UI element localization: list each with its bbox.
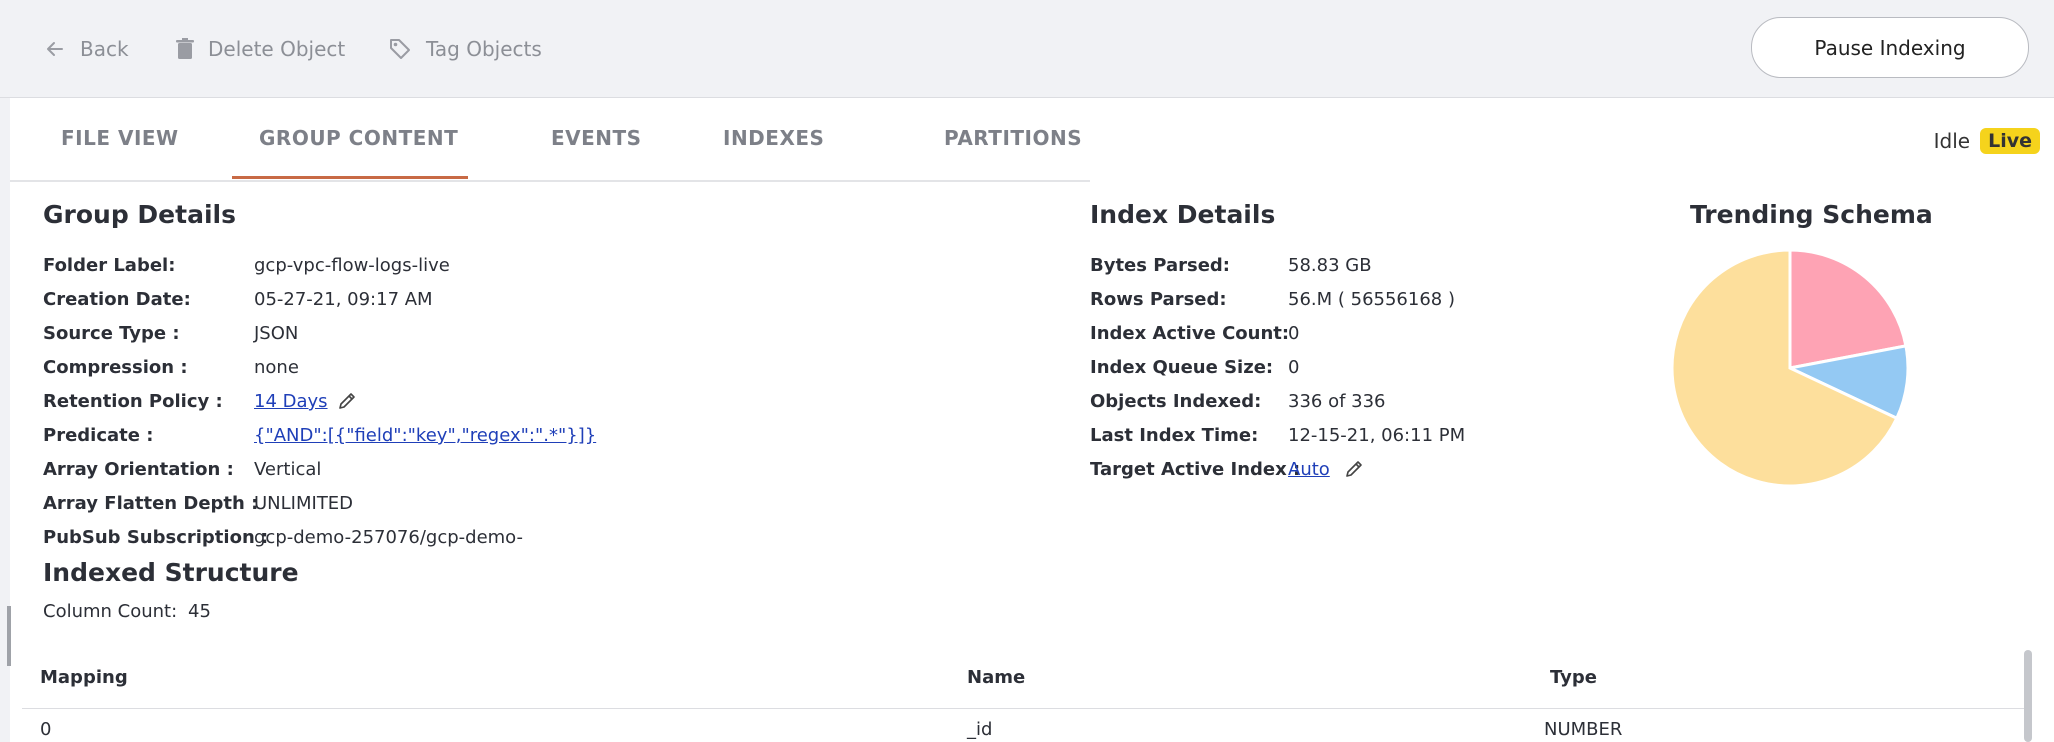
column-count-value: 45 [188, 601, 211, 622]
creation-date-label: Creation Date: [43, 289, 191, 310]
objects-indexed-label: Objects Indexed: [1090, 391, 1262, 412]
tag-objects-button[interactable]: Tag Objects [388, 32, 542, 66]
predicate-link[interactable]: {"AND":[{"field":"key","regex":".*"}]} [254, 425, 596, 446]
column-header-type[interactable]: Type [1550, 667, 1597, 688]
array-orientation-label: Array Orientation : [43, 459, 234, 480]
back-button[interactable]: Back [44, 32, 129, 66]
tab-partitions[interactable]: PARTITIONS [944, 126, 1082, 150]
trending-schema-title: Trending Schema [1690, 200, 1933, 229]
resize-handle[interactable] [7, 606, 11, 666]
trash-icon [176, 38, 194, 59]
table-cell-name: _id [967, 719, 993, 740]
compression-label: Compression : [43, 357, 188, 378]
table-cell-type: NUMBER [1544, 719, 1623, 740]
retention-policy-link[interactable]: 14 Days [254, 391, 328, 412]
index-queue-size-label: Index Queue Size: [1090, 357, 1274, 378]
indexed-structure-title: Indexed Structure [43, 558, 299, 587]
tag-icon [390, 39, 410, 59]
status-text: Idle [1933, 129, 1971, 153]
live-badge: Live [1980, 128, 2040, 154]
last-index-time-label: Last Index Time: [1090, 425, 1259, 446]
creation-date-value: 05-27-21, 09:17 AM [254, 289, 433, 310]
compression-value: none [254, 357, 299, 378]
bytes-parsed-value: 58.83 GB [1288, 255, 1372, 276]
folder-label-label: Folder Label: [43, 255, 176, 276]
edit-target-index-pencil-icon[interactable] [1344, 459, 1364, 479]
source-type-label: Source Type : [43, 323, 180, 344]
edit-retention-pencil-icon[interactable] [337, 391, 357, 411]
delete-object-button[interactable]: Delete Object [176, 32, 345, 66]
index-active-count-label: Index Active Count: [1090, 323, 1290, 344]
trending-schema-pie-chart [1670, 248, 1910, 488]
array-orientation-value: Vertical [254, 459, 322, 480]
last-index-time-value: 12-15-21, 06:11 PM [1288, 425, 1466, 446]
array-flatten-depth-value: UNLIMITED [254, 493, 354, 514]
objects-indexed-value: 336 of 336 [1288, 391, 1386, 412]
index-queue-size-value: 0 [1288, 357, 1300, 378]
tab-events[interactable]: EVENTS [551, 126, 642, 150]
array-flatten-depth-label: Array Flatten Depth : [43, 493, 259, 514]
top-toolbar: Back Delete Object Tag Objects Pause Ind… [0, 0, 2054, 98]
column-header-name[interactable]: Name [967, 667, 1025, 688]
source-type-value: JSON [254, 323, 299, 344]
tab-divider [10, 180, 1090, 182]
folder-label-value: gcp-vpc-flow-logs-live [254, 255, 450, 276]
arrow-left-icon [47, 42, 63, 56]
delete-object-label: Delete Object [208, 37, 346, 61]
tab-file-view[interactable]: FILE VIEW [61, 126, 179, 150]
content-card: FILE VIEW GROUP CONTENT EVENTS INDEXES P… [10, 98, 2054, 742]
index-active-count-value: 0 [1288, 323, 1300, 344]
pause-indexing-button[interactable]: Pause Indexing [1751, 17, 2029, 78]
predicate-label: Predicate : [43, 425, 154, 446]
back-label: Back [80, 37, 129, 61]
pubsub-subscription-label: PubSub Subscription : [43, 527, 269, 548]
group-details-title: Group Details [43, 200, 236, 229]
column-header-mapping[interactable]: Mapping [40, 667, 128, 688]
bytes-parsed-label: Bytes Parsed: [1090, 255, 1230, 276]
target-active-index-link[interactable]: Auto [1288, 459, 1330, 480]
tab-indexes[interactable]: INDEXES [723, 126, 824, 150]
indexing-status: Idle Live [1934, 128, 2040, 154]
column-count-label: Column Count: [43, 601, 178, 622]
pubsub-subscription-value: gcp-demo-257076/gcp-demo- [254, 527, 524, 548]
tab-group-content[interactable]: GROUP CONTENT [259, 126, 458, 150]
retention-policy-label: Retention Policy : [43, 391, 223, 412]
active-tab-indicator [232, 176, 468, 179]
table-header-divider [22, 708, 2028, 709]
table-cell-mapping: 0 [40, 719, 52, 740]
rows-parsed-value: 56.M ( 56556168 ) [1288, 289, 1455, 310]
rows-parsed-label: Rows Parsed: [1090, 289, 1227, 310]
index-details-title: Index Details [1090, 200, 1276, 229]
tag-objects-label: Tag Objects [426, 37, 542, 61]
table-scrollbar[interactable] [2024, 650, 2032, 742]
target-active-index-label: Target Active Index : [1090, 459, 1301, 480]
